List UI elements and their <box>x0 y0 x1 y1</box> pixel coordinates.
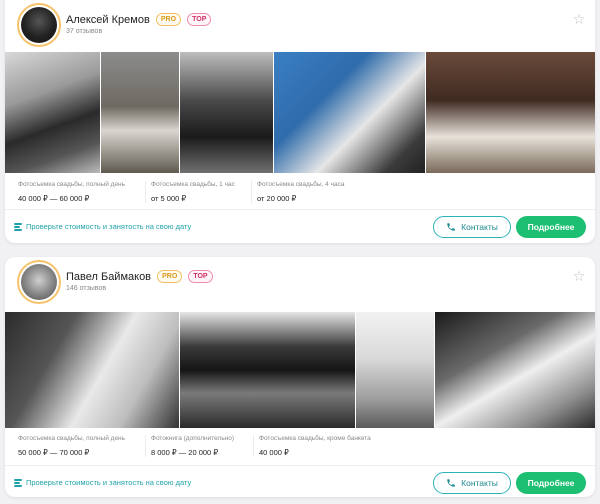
gallery-photo[interactable] <box>101 52 179 173</box>
gallery-photo[interactable] <box>180 52 273 173</box>
gallery-photo[interactable] <box>180 312 355 428</box>
check-availability-link[interactable]: Проверьте стоимость и занятость на свою … <box>14 222 191 231</box>
reviews-count[interactable]: 37 отзывов <box>66 28 102 35</box>
details-button[interactable]: Подробнее <box>516 216 586 238</box>
calendar-icon <box>14 223 22 231</box>
gallery-photo[interactable] <box>274 52 425 173</box>
photographer-card: Павел Баймаков PRO TOP 146 отзывов ☆ Фот… <box>5 257 595 497</box>
calendar-icon <box>14 479 22 487</box>
gallery-photo[interactable] <box>5 312 179 428</box>
gallery-photo[interactable] <box>5 52 100 173</box>
contacts-button[interactable]: Контакты <box>433 216 511 238</box>
photographer-name[interactable]: Алексей Кремов PRO TOP <box>66 13 212 26</box>
price-list: Фотосъемка свадьбы, полный день 50 000 ₽… <box>5 431 595 467</box>
card-footer: Проверьте стоимость и занятость на свою … <box>5 209 595 243</box>
favorite-star-icon[interactable]: ☆ <box>572 12 586 26</box>
favorite-star-icon[interactable]: ☆ <box>572 269 586 283</box>
price-item: Фотокнига (дополнительно) 8 000 ₽ — 20 0… <box>145 435 253 457</box>
gallery-photo[interactable] <box>426 52 595 173</box>
avatar[interactable] <box>17 3 61 47</box>
top-badge: TOP <box>188 270 213 283</box>
price-item: Фотосъемка свадьбы, полный день 50 000 ₽… <box>18 435 126 457</box>
price-list: Фотосъемка свадьбы, полный день 40 000 ₽… <box>5 177 595 213</box>
pro-badge: PRO <box>157 270 183 283</box>
check-availability-link[interactable]: Проверьте стоимость и занятость на свою … <box>14 478 191 487</box>
card-footer: Проверьте стоимость и занятость на свою … <box>5 465 595 497</box>
photo-gallery[interactable] <box>5 52 595 173</box>
price-item: Фотосъемка свадьбы, 4 часа от 20 000 ₽ <box>251 181 371 203</box>
gallery-photo[interactable] <box>435 312 595 428</box>
phone-icon <box>447 479 455 487</box>
reviews-count[interactable]: 146 отзывов <box>66 285 106 292</box>
gallery-photo[interactable] <box>356 312 434 428</box>
details-button[interactable]: Подробнее <box>516 472 586 494</box>
card-header: Алексей Кремов PRO TOP 37 отзывов ☆ <box>5 0 595 52</box>
price-item: Фотосъемка свадьбы, полный день 40 000 ₽… <box>18 181 126 203</box>
phone-icon <box>447 223 455 231</box>
price-item: Фотосъемка свадьбы, кроме банкета 40 000… <box>253 435 393 457</box>
card-header: Павел Баймаков PRO TOP 146 отзывов ☆ <box>5 257 595 309</box>
price-item: Фотосъемка свадьбы, 1 час от 5 000 ₽ <box>145 181 253 203</box>
contacts-button[interactable]: Контакты <box>433 472 511 494</box>
photographer-card: Алексей Кремов PRO TOP 37 отзывов ☆ Фото… <box>5 0 595 243</box>
avatar[interactable] <box>17 260 61 304</box>
photographer-name[interactable]: Павел Баймаков PRO TOP <box>66 270 213 283</box>
photo-gallery[interactable] <box>5 312 595 428</box>
pro-badge: PRO <box>155 13 182 26</box>
top-badge: TOP <box>187 13 212 26</box>
